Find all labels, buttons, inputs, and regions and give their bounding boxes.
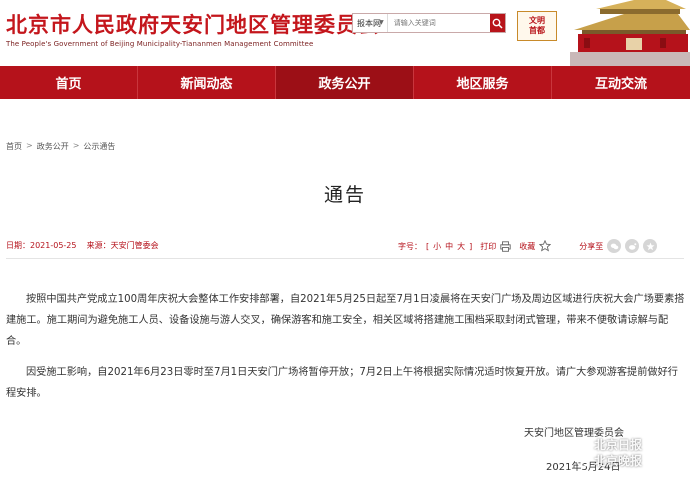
article-body: 按照中国共产党成立100周年庆祝大会整体工作安排部署，自2021年5月25日起至… xyxy=(6,289,686,414)
nav-item-area-services[interactable]: 地区服务 xyxy=(414,66,552,99)
watermark-line-1: 北京日报 xyxy=(577,437,687,453)
article-source: 来源：天安门管委会 xyxy=(86,241,159,250)
article-paragraph: 按照中国共产党成立100周年庆祝大会整体工作安排部署，自2021年5月25日起至… xyxy=(6,294,685,347)
watermark-text-1: 北京日报 xyxy=(594,438,643,452)
print-label: 打印 xyxy=(480,241,497,251)
nav-item-news[interactable]: 新闻动态 xyxy=(138,66,276,99)
weibo-icon xyxy=(577,439,591,451)
print-button[interactable]: 打印 xyxy=(480,240,511,252)
weibo-icon xyxy=(577,455,591,467)
weibo-share-icon[interactable] xyxy=(625,239,640,253)
search-scope-label: 报本网 xyxy=(357,18,381,28)
breadcrumb-home[interactable]: 首页 xyxy=(6,141,22,152)
nav-item-home[interactable]: 首页 xyxy=(0,66,138,99)
main-nav: 首页 新闻动态 政务公开 地区服务 互动交流 xyxy=(0,66,690,99)
font-size-small-button[interactable]: 小 xyxy=(433,241,441,252)
search-box: 报本网 ▼ xyxy=(352,13,506,33)
badge-line-1: 文明 xyxy=(529,16,545,25)
breadcrumb-separator: > xyxy=(26,141,33,150)
site-header: 北京市人民政府天安门地区管理委员会 The People's Governmen… xyxy=(0,0,690,66)
breadcrumb-government-affairs[interactable]: 政务公开 xyxy=(37,141,69,152)
breadcrumb-notices[interactable]: 公示通告 xyxy=(83,141,115,152)
article-title: 通告 xyxy=(323,184,366,206)
favorite-button[interactable]: 收藏 xyxy=(519,240,552,252)
search-icon xyxy=(492,18,503,29)
favorite-label: 收藏 xyxy=(519,241,536,251)
print-icon xyxy=(500,240,511,252)
article-meta-left: 日期：2021-05-25 来源：天安门管委会 xyxy=(6,240,159,251)
chevron-down-icon: ▼ xyxy=(379,19,384,26)
breadcrumb-separator: > xyxy=(72,141,80,150)
wechat-share-icon[interactable] xyxy=(607,239,622,253)
article-tools: 字号： [ 小 中 大 ] 打印 收藏 分享至 xyxy=(398,238,658,254)
share-group: 分享至 xyxy=(579,239,658,253)
divider xyxy=(6,258,684,259)
breadcrumb: 首页 > 政务公开 > 公示通告 xyxy=(6,141,115,152)
tiananmen-gate-illustration xyxy=(560,0,690,66)
article-date: 日期：2021-05-25 xyxy=(6,241,77,250)
qzone-share-icon[interactable] xyxy=(643,239,658,253)
article-meta: 日期：2021-05-25 来源：天安门管委会 字号： [ 小 中 大 ] 打印… xyxy=(6,238,686,254)
font-size-label: 字号： xyxy=(398,241,422,251)
font-size-medium-button[interactable]: 中 xyxy=(445,241,453,252)
watermark-text-2: 北京晚报 xyxy=(594,454,643,468)
font-size-bracket-close: ] xyxy=(469,241,473,251)
share-label: 分享至 xyxy=(579,241,604,251)
font-size-large-button[interactable]: 大 xyxy=(457,241,465,252)
search-input[interactable] xyxy=(387,14,490,32)
font-size-bracket-open: [ xyxy=(426,241,430,251)
site-subtitle: The People's Government of Beijing Munic… xyxy=(6,40,314,48)
search-scope-select[interactable]: 报本网 ▼ xyxy=(353,14,388,32)
article-paragraph: 因受施工影响，自2021年6月23日零时至7月1日天安门广场将暂停开放；7月2日… xyxy=(6,367,678,399)
civilized-capital-badge[interactable]: 文明 首都 xyxy=(517,11,557,41)
watermark: 北京日报 北京晚报 xyxy=(577,437,687,477)
nav-item-interaction[interactable]: 互动交流 xyxy=(552,66,690,99)
nav-item-government-affairs[interactable]: 政务公开 xyxy=(276,66,414,99)
badge-line-2: 首都 xyxy=(529,26,545,35)
watermark-line-2: 北京晚报 xyxy=(577,453,687,469)
search-button[interactable] xyxy=(489,14,505,32)
star-icon xyxy=(539,240,552,252)
font-size-control: 字号： [ 小 中 大 ] xyxy=(398,241,472,252)
site-title[interactable]: 北京市人民政府天安门地区管理委员会 xyxy=(6,9,380,39)
